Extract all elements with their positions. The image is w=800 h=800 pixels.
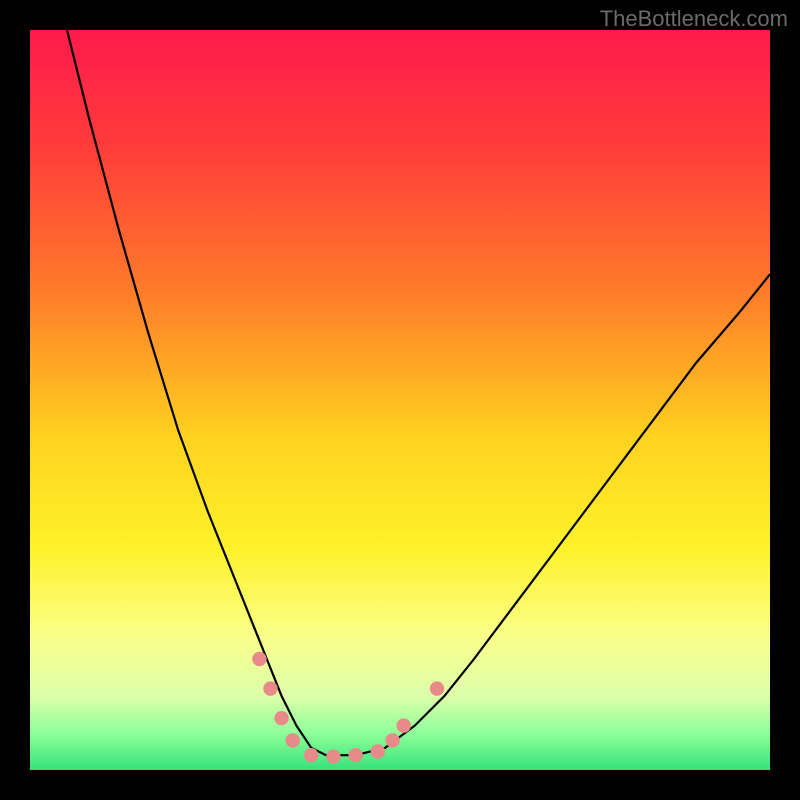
curve-layer	[30, 30, 770, 770]
plot-area	[30, 30, 770, 770]
chart-container: TheBottleneck.com	[0, 0, 800, 800]
cluster-bottom-1	[304, 748, 318, 762]
cluster-left-2	[263, 681, 277, 695]
cluster-left-1	[252, 652, 266, 666]
bottleneck-curve	[67, 30, 770, 755]
cluster-left-3	[274, 711, 288, 725]
data-markers	[252, 652, 444, 764]
cluster-bottom-3	[348, 748, 362, 762]
outlier-right	[430, 681, 444, 695]
cluster-bottom-2	[326, 749, 340, 763]
cluster-right-2	[397, 718, 411, 732]
cluster-right-1	[385, 733, 399, 747]
watermark-label: TheBottleneck.com	[600, 6, 788, 32]
cluster-bottom-4	[371, 744, 385, 758]
cluster-left-4	[286, 733, 300, 747]
